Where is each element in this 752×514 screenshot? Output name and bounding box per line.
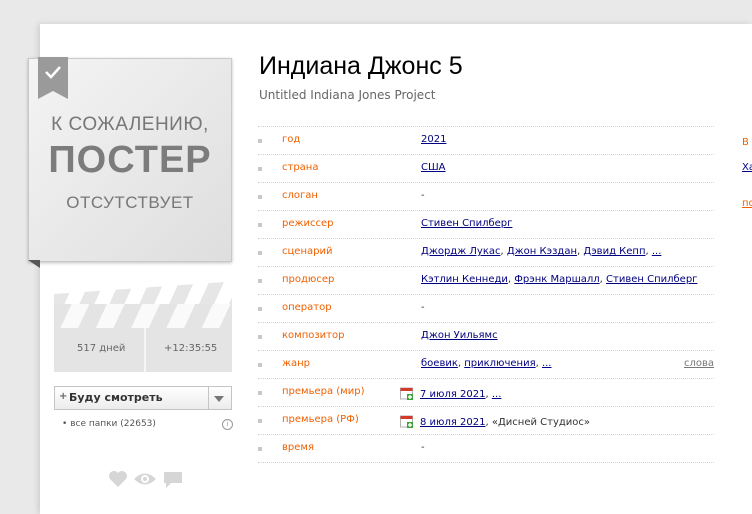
all-folders-link[interactable]: • все папки (22653) <box>62 419 156 429</box>
more-writers-link[interactable]: ... <box>652 246 662 257</box>
row-bullet <box>258 419 262 423</box>
info-row-director: режиссер Стивен Спилберг <box>258 210 714 238</box>
eye-icon[interactable] <box>133 470 157 488</box>
poster-line-2: ПОСТЕР <box>48 139 212 181</box>
producer-link[interactable]: Кэтлин Кеннеди <box>421 274 508 285</box>
row-bullet <box>258 335 262 339</box>
composer-link[interactable]: Джон Уильямс <box>421 330 498 341</box>
calendar-add-icon[interactable] <box>400 414 414 429</box>
info-value: Стивен Спилберг <box>421 218 512 229</box>
producer-link[interactable]: Фрэнк Маршалл <box>514 274 599 285</box>
info-row-premiere-world: премьера (мир) 7 июля 2021, ... <box>258 378 714 406</box>
info-value: Джордж Лукас, Джон Кэздан, Дэвид Кепп, .… <box>421 246 662 257</box>
info-value: Кэтлин Кеннеди, Фрэнк Маршалл, Стивен Сп… <box>421 274 698 285</box>
info-key: время <box>282 442 314 453</box>
clapperboard-bar <box>54 304 232 328</box>
info-key: композитор <box>282 330 345 341</box>
info-row-composer: композитор Джон Уильямс <box>258 322 714 350</box>
info-value: боевик, приключения, ... <box>421 358 552 369</box>
info-value: - <box>421 190 425 201</box>
countdown-time: +12:35:55 <box>164 343 218 354</box>
film-original-title: Untitled Indiana Jones Project <box>259 88 436 102</box>
countdown-days: 517 дней <box>77 343 126 354</box>
info-key: жанр <box>282 358 311 369</box>
folders-label: все папки (22653) <box>70 419 156 429</box>
premiere-world-date-link[interactable]: 7 июля 2021 <box>420 389 486 400</box>
info-row-year: год 2021 <box>258 126 714 154</box>
row-bullet <box>258 139 262 143</box>
heart-icon[interactable] <box>108 470 128 488</box>
comment-icon[interactable] <box>162 470 184 490</box>
poster-fold <box>28 260 40 268</box>
row-bullet <box>258 363 262 367</box>
distributor-text: , «Дисней Студиос» <box>485 417 591 428</box>
clapperboard-divider <box>144 328 146 372</box>
keywords-link[interactable]: слова <box>684 358 714 369</box>
writer-link[interactable]: Джордж Лукас <box>421 246 501 257</box>
info-row-premiere-rf: премьера (РФ) 8 июля 2021, «Дисней Студи… <box>258 406 714 434</box>
more-genres-link[interactable]: ... <box>542 358 552 369</box>
will-watch-label: Буду смотреть <box>69 391 163 404</box>
row-bullet <box>258 307 262 311</box>
year-link[interactable]: 2021 <box>421 134 446 145</box>
more-premieres-link[interactable]: ... <box>492 389 502 400</box>
info-row-runtime: время - <box>258 434 714 463</box>
info-key: премьера (РФ) <box>282 414 359 425</box>
bookmark-ribbon-icon[interactable] <box>38 57 68 99</box>
info-key: режиссер <box>282 218 334 229</box>
info-key: сценарий <box>282 246 333 257</box>
info-value: - <box>421 302 425 313</box>
info-value: 7 июля 2021, ... <box>400 386 501 401</box>
info-row-slogan: слоган - <box>258 182 714 210</box>
folders-bullet: • <box>62 419 68 429</box>
right-column-link[interactable]: Ха <box>742 162 752 173</box>
row-bullet <box>258 195 262 199</box>
info-value: 2021 <box>421 134 446 145</box>
right-column-link[interactable]: по <box>742 198 752 209</box>
info-key: оператор <box>282 302 332 313</box>
country-link[interactable]: США <box>421 162 446 173</box>
director-link[interactable]: Стивен Спилберг <box>421 218 512 229</box>
row-bullet <box>258 391 262 395</box>
info-row-producer: продюсер Кэтлин Кеннеди, Фрэнк Маршалл, … <box>258 266 714 294</box>
info-row-operator: оператор - <box>258 294 714 322</box>
row-bullet <box>258 167 262 171</box>
premiere-rf-date-link[interactable]: 8 июля 2021 <box>420 417 486 428</box>
poster-line-1: К СОЖАЛЕНИЮ, <box>51 114 209 135</box>
row-bullet <box>258 279 262 283</box>
writer-link[interactable]: Джон Кэздан <box>507 246 577 257</box>
info-value: 8 июля 2021, «Дисней Студиос» <box>400 414 590 429</box>
producer-link[interactable]: Стивен Спилберг <box>606 274 697 285</box>
info-key: продюсер <box>282 274 335 285</box>
chevron-down-icon[interactable] <box>214 396 224 402</box>
writer-link[interactable]: Дэвид Кепп <box>583 246 645 257</box>
dropdown-separator <box>208 387 209 409</box>
genre-link[interactable]: приключения <box>464 358 535 369</box>
will-watch-button[interactable]: + Буду смотреть <box>54 386 232 410</box>
film-info-table: год 2021 страна США слоган - режиссер Ст… <box>258 126 714 463</box>
poster-line-3: ОТСУТСТВУЕТ <box>66 193 194 212</box>
info-value: - <box>421 442 425 453</box>
film-title: Индиана Джонс 5 <box>259 52 463 80</box>
plus-icon: + <box>59 391 68 402</box>
calendar-add-icon[interactable] <box>400 386 414 401</box>
info-row-genre: жанр боевик, приключения, ... слова <box>258 350 714 378</box>
info-row-country: страна США <box>258 154 714 182</box>
info-key: год <box>282 134 301 145</box>
right-column-fragment: В <box>742 137 749 148</box>
info-key: премьера (мир) <box>282 386 365 397</box>
info-key: слоган <box>282 190 318 201</box>
info-value: Джон Уильямс <box>421 330 498 341</box>
checkmark-icon <box>45 66 61 79</box>
row-bullet <box>258 223 262 227</box>
genre-link[interactable]: боевик <box>421 358 458 369</box>
info-value: США <box>421 162 446 173</box>
info-key: страна <box>282 162 319 173</box>
row-bullet <box>258 447 262 451</box>
info-icon[interactable]: i <box>222 419 233 430</box>
row-bullet <box>258 251 262 255</box>
info-row-screenplay: сценарий Джордж Лукас, Джон Кэздан, Дэви… <box>258 238 714 266</box>
